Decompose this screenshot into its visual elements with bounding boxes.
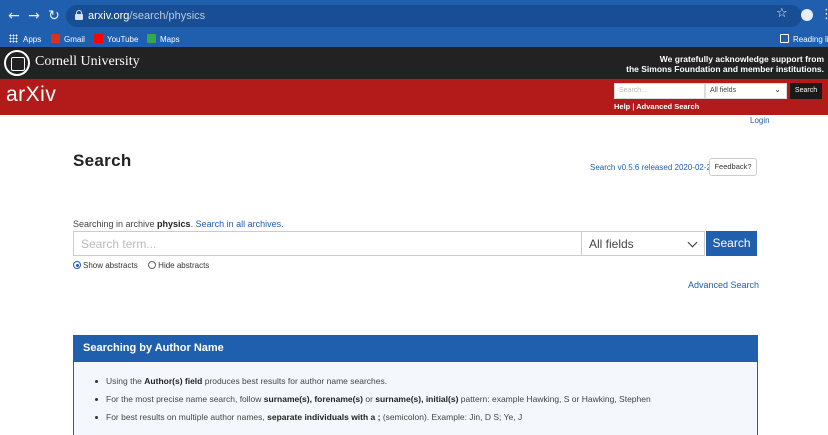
bookmark-star-icon[interactable]: ☆ — [776, 6, 788, 21]
header-advanced-search-link[interactable]: Advanced Search — [636, 102, 699, 111]
bookmark-youtube[interactable]: YouTube — [94, 33, 138, 47]
search-input[interactable]: Search term... — [73, 231, 582, 256]
back-arrow-icon[interactable]: ← — [6, 8, 22, 24]
menu-icon[interactable]: ⋮ — [820, 7, 828, 22]
reading-list-icon — [780, 34, 789, 43]
chevron-down-icon — [687, 237, 698, 248]
browser-toolbar: ← → ↻ arxiv.org/search/physics ☆ ⋮ — [0, 0, 828, 33]
arxiv-header: arXiv Search... All fields ⌄ Search Help… — [0, 79, 828, 115]
bookmark-maps[interactable]: Maps — [147, 33, 180, 47]
header-links: Help | Advanced Search — [614, 102, 700, 111]
header-search-button[interactable]: Search — [790, 83, 822, 99]
field-select[interactable]: All fields — [581, 231, 705, 256]
bookmarks-bar: Apps Gmail YouTube Maps Reading lis — [0, 33, 828, 47]
address-bar[interactable]: arxiv.org/search/physics — [66, 5, 802, 27]
lock-icon — [75, 10, 83, 21]
acknowledgement[interactable]: We gratefully acknowledge support from t… — [626, 54, 824, 74]
cornell-university-link[interactable]: Cornell University — [35, 54, 140, 70]
list-item: For the most precise name search, follow… — [95, 390, 757, 408]
hide-abstracts-label[interactable]: Hide abstracts — [158, 261, 209, 270]
show-abstracts-label[interactable]: Show abstracts — [83, 261, 138, 270]
version-link[interactable]: Search v0.5.6 released 2020-02-24 — [590, 163, 715, 172]
bookmark-gmail[interactable]: Gmail — [51, 33, 85, 47]
url-text[interactable]: arxiv.org/search/physics — [88, 9, 205, 23]
help-list: Using the Author(s) field produces best … — [74, 362, 757, 426]
gmail-icon — [51, 34, 60, 43]
feedback-button[interactable]: Feedback? — [709, 158, 757, 176]
list-item: Using the Author(s) field produces best … — [95, 372, 757, 390]
page-title: Search — [73, 151, 132, 170]
archive-note: Searching in archive physics. Search in … — [73, 219, 284, 229]
header-search-input[interactable]: Search... — [614, 83, 705, 99]
profile-icon[interactable] — [801, 9, 813, 21]
list-item: For best results on multiple author name… — [95, 408, 757, 426]
abstracts-options: Show abstracts Hide abstracts — [73, 261, 209, 270]
reading-list[interactable]: Reading lis — [780, 33, 828, 47]
hide-abstracts-radio[interactable] — [148, 261, 157, 269]
header-field-select[interactable]: All fields ⌄ — [705, 83, 787, 99]
author-help-box: Searching by Author Name Using the Autho… — [73, 335, 758, 435]
youtube-icon — [94, 34, 103, 43]
cornell-seal-icon[interactable] — [4, 50, 30, 76]
help-box-title: Searching by Author Name — [74, 336, 757, 362]
bookmark-apps[interactable]: Apps — [9, 33, 41, 47]
cornell-banner: Cornell University We gratefully acknowl… — [0, 47, 828, 79]
all-archives-link[interactable]: Search in all archives. — [196, 219, 284, 229]
chevron-down-icon: ⌄ — [774, 85, 781, 94]
maps-icon — [147, 34, 156, 43]
help-link[interactable]: Help — [614, 102, 630, 111]
apps-grid-icon — [9, 34, 18, 43]
login-link[interactable]: Login — [750, 116, 770, 125]
reload-icon[interactable]: ↻ — [46, 8, 62, 24]
arxiv-logo[interactable]: arXiv — [6, 83, 56, 107]
show-abstracts-radio[interactable] — [73, 261, 81, 269]
advanced-search-link[interactable]: Advanced Search — [688, 280, 759, 290]
forward-arrow-icon[interactable]: → — [26, 8, 42, 24]
search-button[interactable]: Search — [706, 231, 757, 256]
